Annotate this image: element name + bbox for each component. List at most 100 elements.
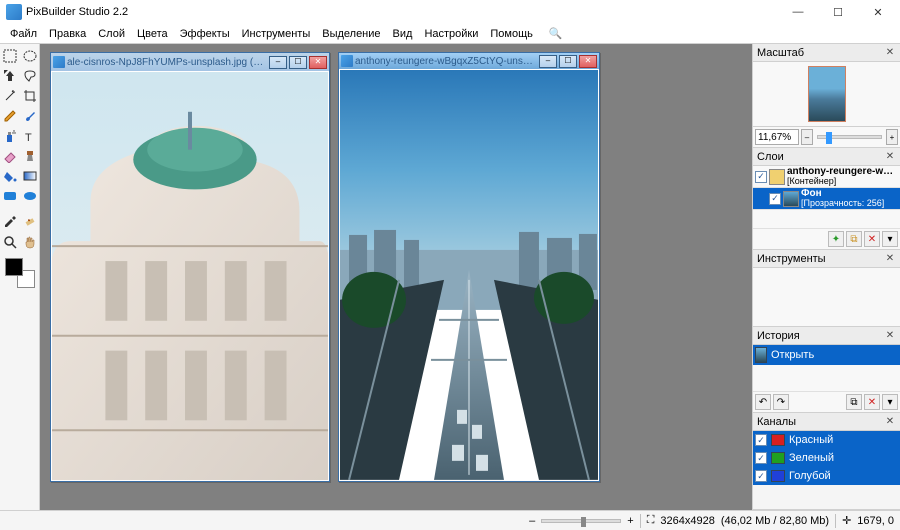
menu-layer[interactable]: Слой bbox=[92, 26, 131, 42]
window-title: PixBuilder Studio 2.2 bbox=[26, 6, 778, 18]
scale-slider[interactable] bbox=[817, 135, 882, 139]
channel-name: Зеленый bbox=[789, 452, 834, 464]
duplicate-layer-button[interactable]: ⧉ bbox=[846, 231, 862, 247]
tool-heal[interactable] bbox=[21, 213, 39, 231]
tool-text[interactable]: T bbox=[21, 127, 39, 145]
history-redo-button[interactable]: ↷ bbox=[773, 394, 789, 410]
scale-preview[interactable] bbox=[753, 62, 900, 126]
history-menu-button[interactable]: ▾ bbox=[882, 394, 898, 410]
menu-settings[interactable]: Настройки bbox=[418, 26, 484, 42]
doc-minimize-button[interactable]: – bbox=[269, 56, 287, 69]
tool-crop[interactable] bbox=[21, 87, 39, 105]
channel-name: Голубой bbox=[789, 470, 831, 482]
menu-effects[interactable]: Эффекты bbox=[174, 26, 236, 42]
tool-gradient[interactable] bbox=[21, 167, 39, 185]
doc-maximize-button[interactable]: ☐ bbox=[559, 55, 577, 68]
tool-fill[interactable] bbox=[1, 167, 19, 185]
menu-edit[interactable]: Правка bbox=[43, 26, 92, 42]
channel-checkbox[interactable]: ✓ bbox=[755, 452, 767, 464]
tool-wand[interactable] bbox=[1, 87, 19, 105]
menu-tools[interactable]: Инструменты bbox=[236, 26, 317, 42]
panel-close-icon[interactable]: ✕ bbox=[884, 330, 896, 342]
status-zoom-slider[interactable] bbox=[541, 519, 621, 523]
menu-help[interactable]: Помощь bbox=[484, 26, 539, 42]
doc-close-button[interactable]: ✕ bbox=[579, 55, 597, 68]
menu-view[interactable]: Вид bbox=[387, 26, 419, 42]
tool-hand[interactable] bbox=[21, 233, 39, 251]
layer-menu-button[interactable]: ▾ bbox=[882, 231, 898, 247]
menu-colors[interactable]: Цвета bbox=[131, 26, 174, 42]
history-item[interactable]: Открыть bbox=[753, 345, 900, 365]
document-title-1: ale-cisnros-NpJ8FhYUMPs-unsplash.jpg (12… bbox=[67, 57, 267, 68]
channel-row[interactable]: ✓ Красный bbox=[753, 431, 900, 449]
history-label: Открыть bbox=[771, 349, 814, 361]
panel-layers-title: Слои bbox=[757, 151, 884, 163]
tool-lasso[interactable] bbox=[21, 67, 39, 85]
layer-row[interactable]: ✓ anthony-reungere-wB... [Контейнер] bbox=[753, 166, 900, 188]
panel-scale-title: Масштаб bbox=[757, 47, 884, 59]
app-icon bbox=[6, 4, 22, 20]
tool-rect[interactable] bbox=[1, 187, 19, 205]
channel-checkbox[interactable]: ✓ bbox=[755, 434, 767, 446]
tool-pencil[interactable] bbox=[1, 107, 19, 125]
status-zoom-in-icon[interactable]: + bbox=[627, 515, 633, 527]
layer-visibility-checkbox[interactable]: ✓ bbox=[755, 171, 767, 183]
layer-visibility-checkbox[interactable]: ✓ bbox=[769, 193, 781, 205]
history-snapshot-button[interactable]: ⧉ bbox=[846, 394, 862, 410]
document-icon bbox=[53, 56, 65, 68]
channel-swatch bbox=[771, 452, 785, 464]
channel-row[interactable]: ✓ Голубой bbox=[753, 467, 900, 485]
foreground-color-swatch[interactable] bbox=[5, 258, 23, 276]
status-bar: – + ⛶ 3264x4928 (46,02 Mb / 82,80 Mb) ✛ … bbox=[0, 510, 900, 530]
delete-layer-button[interactable]: ✕ bbox=[864, 231, 880, 247]
layer-row[interactable]: ✓ Фон [Прозрачность: 256] bbox=[753, 188, 900, 210]
doc-close-button[interactable]: ✕ bbox=[309, 56, 327, 69]
document-canvas-1[interactable] bbox=[51, 71, 329, 481]
scale-decrease-button[interactable]: – bbox=[801, 129, 813, 145]
tool-brush[interactable] bbox=[21, 107, 39, 125]
channel-row[interactable]: ✓ Зеленый bbox=[753, 449, 900, 467]
doc-minimize-button[interactable]: – bbox=[539, 55, 557, 68]
status-zoom-out-icon[interactable]: – bbox=[529, 515, 535, 527]
maximize-button[interactable]: ☐ bbox=[818, 0, 858, 24]
document-title-2: anthony-reungere-wBgqxZ5CtYQ-unsplash.jp… bbox=[355, 56, 537, 67]
doc-maximize-button[interactable]: ☐ bbox=[289, 56, 307, 69]
panel-channels: Каналы ✕ ✓ Красный ✓ Зеленый ✓ Голубой bbox=[753, 413, 900, 510]
color-swatches[interactable] bbox=[5, 258, 35, 288]
canvas-area[interactable]: ale-cisnros-NpJ8FhYUMPs-unsplash.jpg (12… bbox=[40, 44, 752, 510]
tool-picker[interactable] bbox=[1, 213, 19, 231]
history-delete-button[interactable]: ✕ bbox=[864, 394, 880, 410]
status-dimensions: 3264x4928 bbox=[660, 515, 714, 527]
document-titlebar-1[interactable]: ale-cisnros-NpJ8FhYUMPs-unsplash.jpg (12… bbox=[51, 53, 329, 71]
new-layer-button[interactable]: ✦ bbox=[828, 231, 844, 247]
menu-selection[interactable]: Выделение bbox=[316, 26, 386, 42]
window-titlebar: PixBuilder Studio 2.2 — ☐ ✕ bbox=[0, 0, 900, 24]
tool-spray[interactable] bbox=[1, 127, 19, 145]
panel-close-icon[interactable]: ✕ bbox=[884, 253, 896, 265]
menu-bar: Файл Правка Слой Цвета Эффекты Инструмен… bbox=[0, 24, 900, 44]
scale-increase-button[interactable]: + bbox=[886, 129, 898, 145]
tool-move[interactable] bbox=[1, 67, 19, 85]
close-button[interactable]: ✕ bbox=[858, 0, 898, 24]
document-window-1[interactable]: ale-cisnros-NpJ8FhYUMPs-unsplash.jpg (12… bbox=[50, 52, 330, 482]
svg-text:T: T bbox=[25, 132, 32, 143]
tool-ellipse[interactable] bbox=[21, 187, 39, 205]
search-icon[interactable]: 🔍 bbox=[543, 25, 569, 42]
tool-eraser[interactable] bbox=[1, 147, 19, 165]
tool-zoom[interactable] bbox=[1, 233, 19, 251]
scale-input[interactable] bbox=[755, 129, 799, 145]
minimize-button[interactable]: — bbox=[778, 0, 818, 24]
document-window-2[interactable]: anthony-reungere-wBgqxZ5CtYQ-unsplash.jp… bbox=[338, 52, 600, 482]
tool-ellipse-select[interactable] bbox=[21, 47, 39, 65]
tool-rect-select[interactable] bbox=[1, 47, 19, 65]
document-canvas-2[interactable] bbox=[339, 69, 599, 481]
layer-subtitle: [Контейнер] bbox=[787, 177, 898, 186]
tool-clone[interactable] bbox=[21, 147, 39, 165]
menu-file[interactable]: Файл bbox=[4, 26, 43, 42]
document-titlebar-2[interactable]: anthony-reungere-wBgqxZ5CtYQ-unsplash.jp… bbox=[339, 53, 599, 69]
panel-close-icon[interactable]: ✕ bbox=[884, 47, 896, 59]
panel-close-icon[interactable]: ✕ bbox=[884, 416, 896, 428]
history-undo-button[interactable]: ↶ bbox=[755, 394, 771, 410]
channel-checkbox[interactable]: ✓ bbox=[755, 470, 767, 482]
panel-close-icon[interactable]: ✕ bbox=[884, 151, 896, 163]
